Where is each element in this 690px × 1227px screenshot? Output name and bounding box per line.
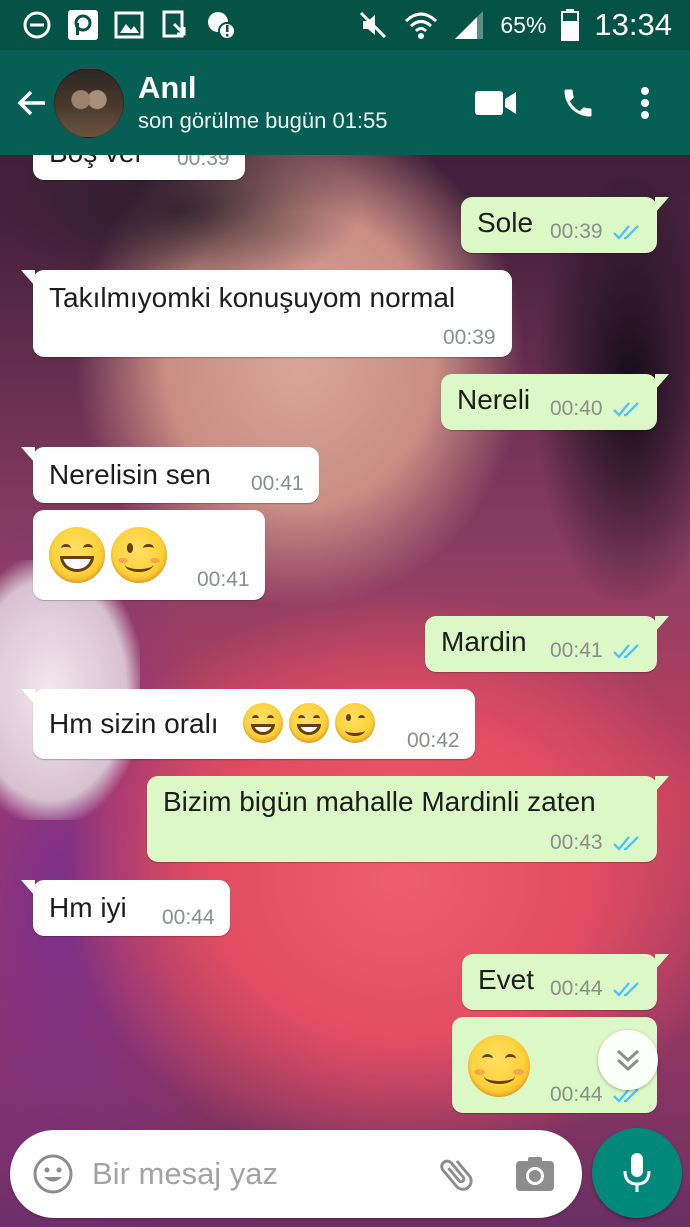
- grinning-face-emoji: [243, 703, 283, 743]
- message-text: Mardin: [441, 626, 527, 657]
- back-arrow-icon: [17, 90, 45, 115]
- attach-button[interactable]: [432, 1149, 482, 1199]
- mic-icon: [623, 1153, 651, 1192]
- message-outgoing[interactable]: Nereli 00:40: [441, 374, 669, 430]
- voice-call-button[interactable]: [548, 73, 608, 133]
- message-outgoing[interactable]: Sole 00:39: [461, 197, 669, 253]
- message-text: Takılmıyomki konuşuyom normal: [49, 282, 456, 313]
- alert-icon: [204, 8, 238, 42]
- message-outgoing[interactable]: Mardin 00:41: [425, 616, 669, 672]
- message-time: 00:41: [251, 472, 304, 495]
- message-incoming[interactable]: Nerelisin sen 00:41: [21, 447, 319, 503]
- camera-button[interactable]: [510, 1149, 560, 1199]
- phone-icon: [564, 89, 592, 116]
- message-composer: [10, 1130, 582, 1218]
- message-text: Boş ver: [49, 155, 144, 169]
- message-input[interactable]: [90, 1155, 394, 1193]
- message-text: Nereli: [457, 384, 531, 415]
- read-ticks-icon: [613, 644, 639, 659]
- emoji-icon: [33, 1154, 73, 1194]
- minus-circle-icon: [20, 8, 54, 42]
- message-time: 00:39: [177, 155, 230, 170]
- message-time: 00:43: [550, 831, 603, 854]
- more-vert-icon: [641, 86, 649, 119]
- message-text: Nerelisin sen: [49, 459, 211, 490]
- read-ticks-icon: [613, 225, 639, 240]
- status-bar: 65% 13:34: [0, 0, 690, 50]
- mute-icon: [356, 8, 390, 42]
- chat-header: Anıl son görülme bugün 01:55: [0, 50, 690, 155]
- contact-name: Anıl: [138, 69, 197, 105]
- signal-icon: [452, 8, 486, 42]
- message-time: 00:41: [197, 568, 250, 591]
- message-time: 00:44: [550, 977, 603, 1000]
- double-chevron-down-icon: [616, 1049, 640, 1072]
- winking-face-emoji: [111, 527, 167, 583]
- emoji-button[interactable]: [28, 1149, 78, 1199]
- scroll-to-bottom-button[interactable]: [598, 1030, 658, 1090]
- battery-icon: [560, 8, 580, 42]
- smiling-face-emoji: [468, 1035, 530, 1097]
- read-ticks-icon: [613, 982, 639, 997]
- back-button[interactable]: [12, 83, 52, 123]
- message-outgoing[interactable]: Bizim bigün mahalle Mardinli zaten 00:43: [147, 776, 669, 862]
- message-incoming[interactable]: Takılmıyomki konuşuyom normal 00:39: [21, 270, 512, 357]
- message-incoming[interactable]: Boş ver 00:39: [33, 155, 245, 180]
- read-ticks-icon: [613, 402, 639, 417]
- winking-face-emoji: [335, 703, 375, 743]
- message-time: 00:39: [550, 220, 603, 243]
- attach-icon: [440, 1159, 473, 1191]
- message-time: 00:39: [443, 326, 496, 349]
- message-time: 00:41: [550, 639, 603, 662]
- message-text: Hm sizin oralı: [49, 708, 219, 739]
- video-call-button[interactable]: [466, 73, 526, 133]
- last-seen-status: son görülme bugün 01:55: [138, 107, 388, 133]
- message-text: Evet: [478, 964, 535, 995]
- message-time: 00:44: [550, 1083, 603, 1106]
- message-time: 00:44: [162, 906, 215, 929]
- wifi-icon: [404, 8, 438, 42]
- camera-icon: [516, 1157, 554, 1191]
- video-call-icon: [475, 90, 516, 115]
- message-text: Hm iyi: [49, 892, 127, 923]
- message-time: 00:40: [550, 397, 603, 420]
- message-outgoing[interactable]: Evet 00:44: [462, 954, 669, 1010]
- battery-percentage: 65%: [500, 11, 547, 38]
- message-list[interactable]: Boş ver 00:39 Sole 00:39 Takılmıyomki ko…: [0, 155, 690, 1130]
- grinning-face-emoji: [289, 703, 329, 743]
- message-text: Bizim bigün mahalle Mardinli zaten: [163, 786, 596, 817]
- message-time: 00:42: [407, 729, 460, 752]
- voice-message-button[interactable]: [592, 1128, 682, 1218]
- message-incoming[interactable]: Hm iyi 00:44: [21, 880, 230, 936]
- contact-avatar[interactable]: [54, 67, 124, 138]
- p-app-icon: [66, 8, 100, 42]
- image-icon: [112, 8, 146, 42]
- download-icon: [158, 8, 192, 42]
- read-ticks-icon: [613, 836, 639, 851]
- clock: 13:34: [594, 7, 672, 42]
- message-incoming[interactable]: 00:41: [33, 510, 265, 600]
- grinning-face-emoji: [49, 527, 105, 583]
- contact-info[interactable]: Anıl son görülme bugün 01:55: [138, 70, 388, 136]
- more-options-button[interactable]: [630, 73, 660, 133]
- message-text: Sole: [477, 207, 534, 238]
- message-incoming[interactable]: Hm sizin oralı 00:42: [21, 689, 475, 759]
